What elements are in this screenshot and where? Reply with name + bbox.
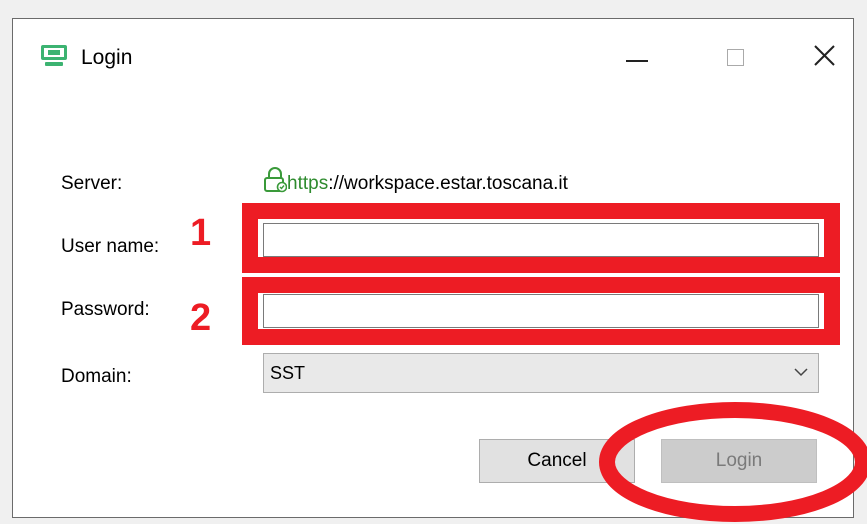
- domain-select-value: SST: [270, 363, 306, 383]
- title-bar[interactable]: Login: [13, 19, 853, 95]
- domain-label: Domain:: [61, 366, 132, 387]
- username-label: User name:: [61, 236, 160, 257]
- username-highlight-box: [242, 203, 840, 273]
- minimize-button[interactable]: [611, 35, 661, 79]
- maximize-button[interactable]: [711, 35, 761, 79]
- server-label: Server:: [61, 173, 123, 194]
- server-url: https://workspace.estar.toscana.it: [287, 173, 568, 195]
- close-button[interactable]: [801, 35, 851, 79]
- annotation-marker-1: 1: [190, 212, 212, 254]
- server-url-scheme: https: [287, 173, 329, 194]
- secure-lock-icon: [264, 167, 287, 193]
- domain-select[interactable]: SST: [263, 353, 819, 393]
- login-highlight-ellipse: [599, 402, 867, 522]
- window-title: Login: [81, 46, 133, 69]
- app-logo-icon: [41, 45, 67, 66]
- password-label: Password:: [61, 299, 150, 320]
- close-icon: [814, 45, 835, 66]
- server-url-host: ://workspace.estar.toscana.it: [328, 173, 568, 194]
- password-highlight-box: [242, 277, 840, 345]
- chevron-down-icon: [794, 368, 808, 377]
- annotation-marker-2: 2: [190, 297, 212, 339]
